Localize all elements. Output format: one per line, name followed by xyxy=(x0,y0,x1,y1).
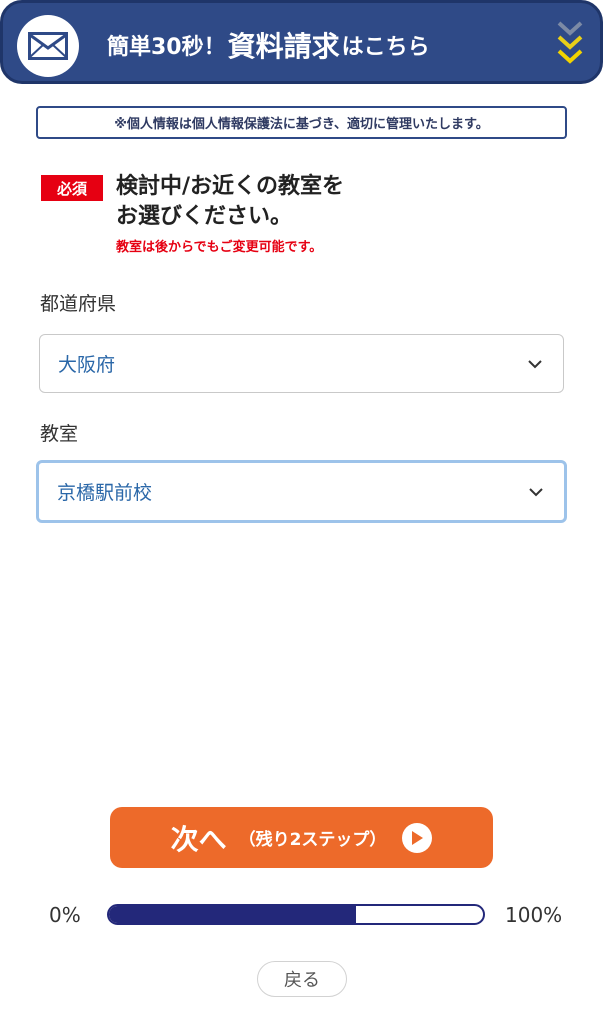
question-title-line1: 検討中/お近くの教室を xyxy=(116,174,345,199)
header-bar[interactable]: 簡単30秒！ 資料請求 はこちら xyxy=(0,0,603,84)
privacy-notice: ※個人情報は個人情報保護法に基づき、適切に管理いたします。 xyxy=(36,106,567,139)
header-title-suffix: はこちら xyxy=(341,35,430,60)
privacy-notice-text: ※個人情報は個人情報保護法に基づき、適切に管理いたします。 xyxy=(114,117,489,132)
back-button[interactable]: 戻る xyxy=(257,961,347,997)
header-title: 簡単30秒！ 資料請求 はこちら xyxy=(107,3,430,87)
envelope-icon xyxy=(17,15,79,77)
required-badge: 必須 xyxy=(41,175,103,201)
next-button[interactable]: 次へ （残り2ステップ） xyxy=(110,807,493,868)
question-title-line2: お選びください。 xyxy=(116,204,293,229)
progress-bar xyxy=(107,904,485,925)
progress-fill xyxy=(109,906,356,923)
prefecture-label: 都道府県 xyxy=(40,293,117,315)
question-note: 教室は後からでもご変更可能です。 xyxy=(116,240,323,255)
header-banner[interactable]: 簡単30秒！ 資料請求 はこちら xyxy=(0,0,603,84)
classroom-select[interactable]: 京橋駅前校 xyxy=(36,460,567,523)
header-title-main: 資料請求 xyxy=(227,30,340,63)
progress-min-label: 0% xyxy=(49,903,81,927)
prefecture-select[interactable]: 大阪府 xyxy=(39,334,564,393)
question-title: 検討中/お近くの教室を お選びください。 xyxy=(116,172,536,232)
chevron-down-icon xyxy=(529,487,543,496)
next-button-sublabel: （残り2ステップ） xyxy=(238,830,387,850)
chevron-down-icon xyxy=(557,21,583,64)
chevron-down-icon xyxy=(528,359,542,368)
progress-max-label: 100% xyxy=(505,903,563,927)
classroom-label: 教室 xyxy=(40,423,79,445)
play-circle-icon xyxy=(402,822,433,853)
next-button-label: 次へ xyxy=(170,822,227,856)
prefecture-select-value: 大阪府 xyxy=(58,354,116,376)
header-title-prefix: 簡単30秒！ xyxy=(107,35,226,60)
classroom-select-value: 京橋駅前校 xyxy=(57,482,153,504)
